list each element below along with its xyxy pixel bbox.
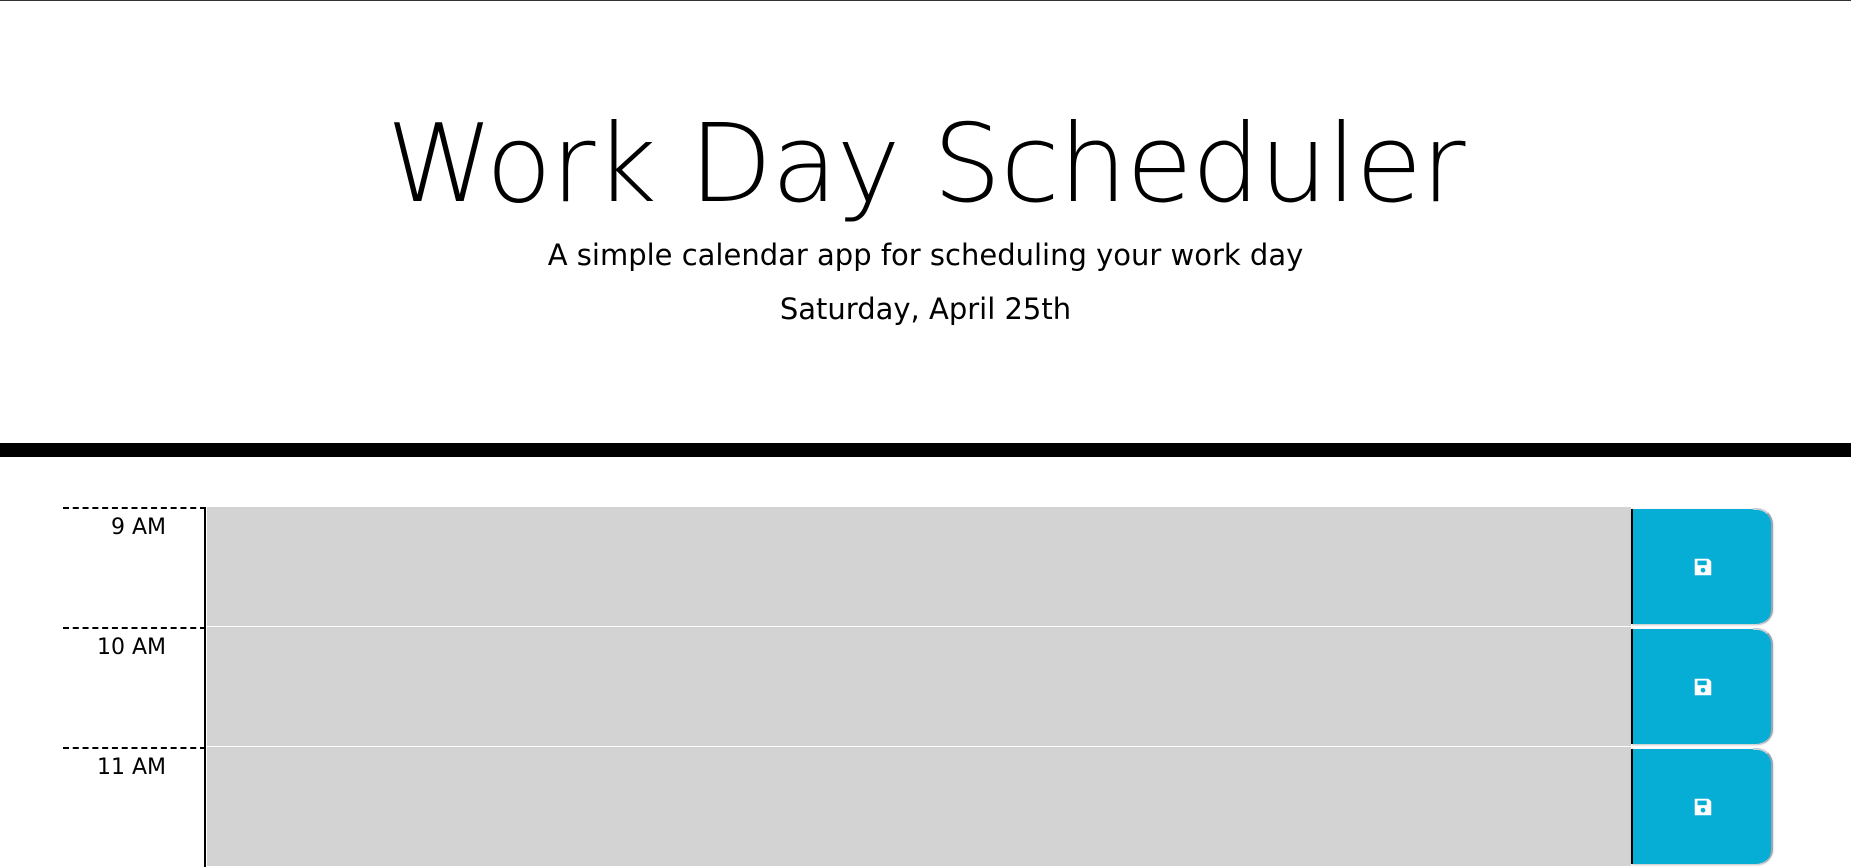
hour-label: 11 AM <box>63 747 206 867</box>
save-icon <box>1694 558 1711 575</box>
page-title: Work Day Scheduler <box>386 102 1465 227</box>
save-button[interactable] <box>1631 628 1773 745</box>
event-description-input[interactable] <box>207 507 1631 627</box>
page-subtitle: A simple calendar app for scheduling you… <box>547 238 1304 272</box>
save-icon <box>1694 678 1711 695</box>
header: Work Day Scheduler A simple calendar app… <box>0 1 1851 457</box>
event-description-input[interactable] <box>207 627 1631 747</box>
hour-label: 10 AM <box>63 627 206 747</box>
save-button[interactable] <box>1631 508 1773 625</box>
time-block-9am: 9 AM <box>0 507 1851 627</box>
save-button[interactable] <box>1631 748 1773 865</box>
event-description-input[interactable] <box>207 747 1631 867</box>
schedule-container: 9 AM 10 AM 11 AM <box>0 507 1851 867</box>
current-date: Saturday, April 25th <box>779 292 1072 326</box>
time-block-10am: 10 AM <box>0 627 1851 747</box>
save-icon <box>1694 798 1711 815</box>
hour-label: 9 AM <box>63 507 206 627</box>
time-block-11am: 11 AM <box>0 747 1851 867</box>
